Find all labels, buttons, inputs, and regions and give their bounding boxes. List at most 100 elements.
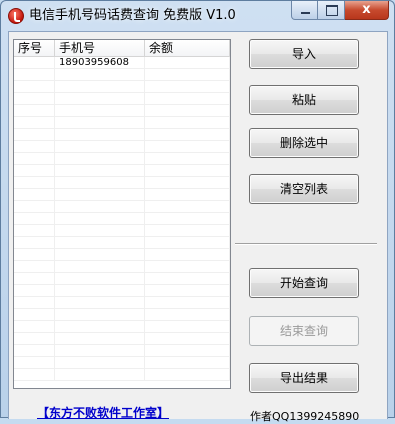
list-row-empty <box>14 321 230 333</box>
list-cell-phone <box>55 297 145 308</box>
list-cell-phone <box>55 141 145 152</box>
delete-selected-button[interactable]: 删除选中 <box>249 128 359 158</box>
list-cell-index <box>14 93 55 104</box>
list-cell-index <box>14 81 55 92</box>
list-cell-phone <box>55 105 145 116</box>
end-query-button: 结束查询 <box>249 316 359 346</box>
list-cell-balance <box>145 105 230 116</box>
list-cell-index <box>14 333 55 344</box>
list-cell-phone <box>55 81 145 92</box>
vendor-link[interactable]: 【东方不败软件工作室】 <box>37 404 169 421</box>
export-results-button[interactable]: 导出结果 <box>249 363 359 393</box>
list-row-empty <box>14 297 230 309</box>
list-cell-balance <box>145 225 230 236</box>
list-row-empty <box>14 345 230 357</box>
separator <box>235 243 377 245</box>
list-cell-balance <box>145 93 230 104</box>
list-cell-phone <box>55 129 145 140</box>
list-row-empty <box>14 213 230 225</box>
list-cell-index <box>14 321 55 332</box>
list-cell-phone <box>55 357 145 368</box>
list-cell-phone <box>55 165 145 176</box>
column-header-index[interactable]: 序号 <box>14 40 55 57</box>
list-cell-balance <box>145 81 230 92</box>
list-cell-phone <box>55 261 145 272</box>
list-row-empty <box>14 117 230 129</box>
list-cell-index <box>14 357 55 368</box>
import-button[interactable]: 导入 <box>249 39 359 69</box>
list-cell-index <box>14 117 55 128</box>
author-label: 作者QQ1399245890 <box>250 410 360 423</box>
list-cell-balance <box>145 261 230 272</box>
list-cell-index <box>14 69 55 80</box>
list-cell-phone <box>55 153 145 164</box>
list-cell-balance <box>145 189 230 200</box>
list-cell-index <box>14 105 55 116</box>
start-query-button[interactable]: 开始查询 <box>249 268 359 298</box>
column-header-phone[interactable]: 手机号 <box>55 40 145 57</box>
list-cell-phone <box>55 237 145 248</box>
list-cell-phone <box>55 249 145 260</box>
list-cell-phone <box>55 369 145 380</box>
list-row-empty <box>14 261 230 273</box>
close-icon: x <box>362 2 371 17</box>
minimize-button[interactable] <box>291 1 318 20</box>
list-cell-phone <box>55 189 145 200</box>
list-row-empty <box>14 273 230 285</box>
list-row-empty <box>14 369 230 381</box>
list-cell-balance <box>145 153 230 164</box>
phone-list[interactable]: 序号 手机号 余额 18903959608 <box>13 39 231 389</box>
list-cell-phone <box>55 321 145 332</box>
list-row-empty <box>14 105 230 117</box>
list-cell-index <box>14 129 55 140</box>
list-cell-balance <box>145 117 230 128</box>
title-bar[interactable]: 电信手机号码话费查询 免费版 V1.0 x <box>1 1 394 31</box>
list-cell-index <box>14 225 55 236</box>
list-row-empty <box>14 237 230 249</box>
column-header-balance[interactable]: 余额 <box>145 40 230 57</box>
close-button[interactable]: x <box>345 1 389 20</box>
paste-button[interactable]: 粘贴 <box>249 85 359 115</box>
list-cell-index <box>14 261 55 272</box>
list-cell-index <box>14 237 55 248</box>
list-row[interactable]: 18903959608 <box>14 57 230 69</box>
list-cell-balance <box>145 57 230 68</box>
list-cell-index <box>14 189 55 200</box>
list-row-empty <box>14 333 230 345</box>
list-cell-index <box>14 177 55 188</box>
list-row-empty <box>14 93 230 105</box>
list-cell-index <box>14 273 55 284</box>
list-row-empty <box>14 129 230 141</box>
list-cell-balance <box>145 201 230 212</box>
list-cell-balance <box>145 357 230 368</box>
list-cell-phone <box>55 69 145 80</box>
list-row-empty <box>14 357 230 369</box>
app-icon[interactable] <box>8 8 24 24</box>
list-cell-phone <box>55 117 145 128</box>
list-cell-balance <box>145 129 230 140</box>
caption-buttons: x <box>291 1 389 21</box>
list-cell-balance <box>145 249 230 260</box>
list-cell-balance <box>145 273 230 284</box>
clear-list-button[interactable]: 清空列表 <box>249 174 359 204</box>
list-cell-index <box>14 297 55 308</box>
list-cell-balance <box>145 213 230 224</box>
list-cell-phone <box>55 309 145 320</box>
list-body[interactable]: 18903959608 <box>14 57 230 381</box>
list-cell-phone <box>55 345 145 356</box>
main-window: 电信手机号码话费查询 免费版 V1.0 x 序号 手机号 余额 18903959… <box>0 0 395 423</box>
list-cell-phone: 18903959608 <box>55 57 145 68</box>
list-cell-index <box>14 249 55 260</box>
list-row-empty <box>14 177 230 189</box>
list-cell-index <box>14 345 55 356</box>
list-cell-phone <box>55 213 145 224</box>
client-area: 序号 手机号 余额 18903959608 导入 粘贴 删除选中 清空列表 开始… <box>8 31 388 423</box>
list-cell-balance <box>145 333 230 344</box>
list-cell-balance <box>145 345 230 356</box>
list-cell-index <box>14 57 55 68</box>
maximize-button[interactable] <box>318 1 345 20</box>
list-cell-balance <box>145 177 230 188</box>
list-cell-index <box>14 141 55 152</box>
list-cell-phone <box>55 201 145 212</box>
list-row-empty <box>14 81 230 93</box>
